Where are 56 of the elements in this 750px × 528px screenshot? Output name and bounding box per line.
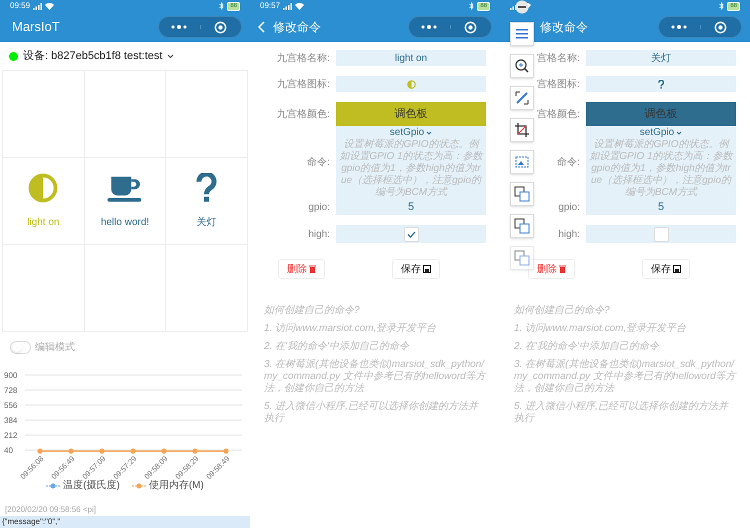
legend-label: 温度(摄氏度) xyxy=(63,479,120,493)
tile-label: hello word! xyxy=(100,216,150,230)
help-text: 如何创建自己的命令? xyxy=(514,305,611,317)
help-text: 如何创建自己的命令? xyxy=(264,305,361,317)
y-tick-label: 40 xyxy=(4,446,13,456)
y-tick-label: 728 xyxy=(4,386,18,396)
legend-label: 使用内存(M) xyxy=(148,479,204,493)
y-tick-label: 384 xyxy=(4,416,18,426)
command-description: 设置树莓派的GPIO的状态。例如设置GPIO 1的状态为高：参数gpio的值为1，参数high的值为true（选择框选中），注意gpio的编号为BCM方式 xyxy=(339,139,483,199)
switch-label: 编辑模式 xyxy=(35,340,75,354)
delete-button[interactable]: 删除 xyxy=(278,259,325,279)
field-label: gpio: xyxy=(307,200,331,214)
command-selector[interactable]: setGpio xyxy=(390,126,424,139)
command-description: 设置树莓派的GPIO的状态。例如设置GPIO 1的状态为高：参数gpio的值为1，参数high的值为true（选择框选中），注意gpio的编号为BCM方式 xyxy=(589,139,733,199)
page-title: 修改命令 xyxy=(273,19,321,36)
help-text: 3. 在树莓派(其他设备也类似)marsiot_sdk_python/ my_command.py 文件中参考已有的helloword等方法，创建你自己的方法 xyxy=(264,359,486,395)
field-label: 宫格图标: xyxy=(536,78,581,92)
name-field[interactable]: 关灯 xyxy=(586,50,736,66)
device-selector[interactable]: 设备: b827eb5cb1f8 test:test xyxy=(23,48,162,64)
tile-label: light on xyxy=(27,216,60,230)
grid-tile[interactable]: 关灯 xyxy=(166,158,248,245)
field-label: 命令: xyxy=(307,156,331,170)
command-selector[interactable]: setGpio xyxy=(640,126,674,139)
save-button[interactable]: 保存 xyxy=(392,259,440,279)
field-label: gpio: xyxy=(557,200,581,214)
help-text: 5. 进入微信小程序,已经可以选择你创建的方法并执行 xyxy=(264,401,480,425)
status-time: 09:57 xyxy=(260,0,280,12)
app-title: MarsIoT xyxy=(12,18,60,36)
y-tick-label: 556 xyxy=(4,401,18,410)
help-text: 2. 在'我的命令'中添加自己的命令 xyxy=(264,341,410,353)
gpio-field[interactable]: 5 xyxy=(336,199,486,215)
help-text: 1. 访问www.marsiot.com,登录开发平台 xyxy=(264,323,438,335)
field-label: 宫格颜色: xyxy=(536,108,581,122)
field-label: 九宫格名称: xyxy=(276,52,331,66)
field-label: 九宫格图标: xyxy=(276,78,331,92)
field-label: 宫格名称: xyxy=(536,52,581,66)
field-label: high: xyxy=(557,228,581,242)
field-label: 九宫格颜色: xyxy=(276,108,331,122)
tile-label: 关灯 xyxy=(196,216,217,230)
help-text: 5. 进入微信小程序,已经可以选择你创建的方法并执行 xyxy=(514,401,730,425)
grid-tile[interactable]: hello word! xyxy=(84,158,166,245)
name-field[interactable]: light on xyxy=(336,50,486,66)
gpio-field[interactable]: 5 xyxy=(586,199,736,215)
palette-button[interactable]: 调色板 xyxy=(336,102,486,126)
y-tick-label: 212 xyxy=(4,431,18,440)
help-text: 1. 访问www.marsiot.com,登录开发平台 xyxy=(514,323,688,335)
status-time: 09:59 xyxy=(10,0,30,12)
save-button[interactable]: 保存 xyxy=(642,259,690,279)
field-label: 命令: xyxy=(557,156,581,170)
log-timestamp: [2020/02/20 09:58:56 <pi] xyxy=(4,504,97,516)
field-label: high: xyxy=(307,228,331,242)
delete-button[interactable]: 删除 xyxy=(528,259,575,279)
help-text: 3. 在树莓派(其他设备也类似)marsiot_sdk_python/ my_command.py 文件中参考已有的helloword等方法，创建你自己的方法 xyxy=(514,359,736,395)
page-title: 修改命令 xyxy=(540,19,588,36)
y-tick-label: 900 xyxy=(4,371,18,380)
help-text: 2. 在'我的命令'中添加自己的命令 xyxy=(514,341,660,353)
